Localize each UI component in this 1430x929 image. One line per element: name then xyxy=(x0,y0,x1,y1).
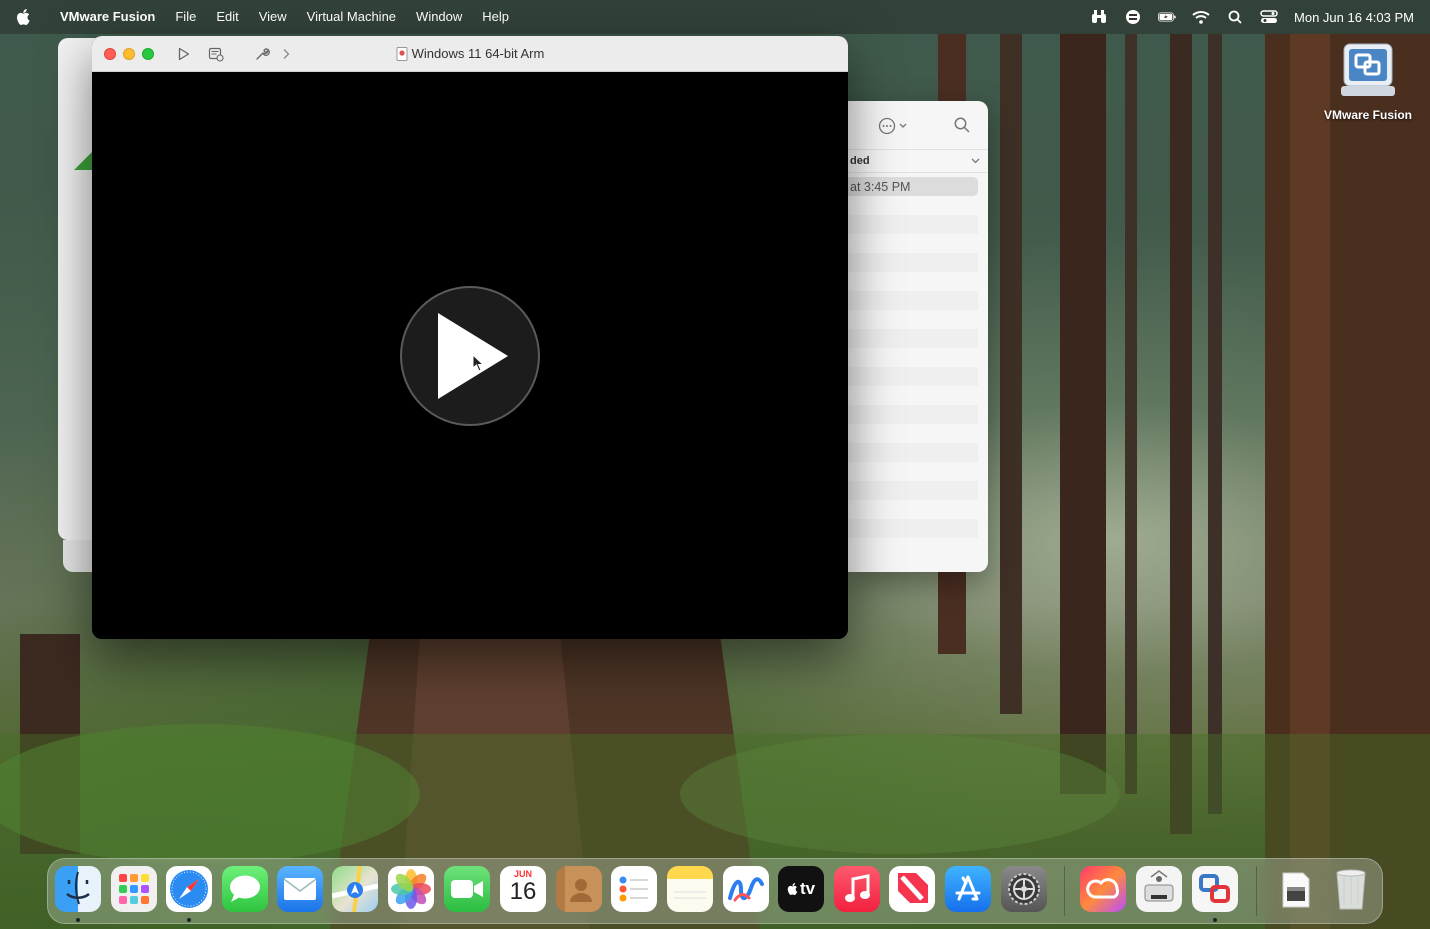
dock-system-settings-icon[interactable] xyxy=(1001,866,1047,912)
dock-reminders-icon[interactable] xyxy=(611,866,657,912)
list-item[interactable] xyxy=(848,481,978,500)
side-window[interactable]: ded at 3:45 PM xyxy=(848,101,988,572)
list-item[interactable] xyxy=(848,310,978,329)
dock-facetime-icon[interactable] xyxy=(444,866,490,912)
side-window-column-header[interactable]: ded xyxy=(848,149,988,173)
dock-apple-tv-icon[interactable]: tv xyxy=(778,866,824,912)
desktop-icon-vmware-fusion[interactable]: VMware Fusion xyxy=(1320,42,1416,122)
dock-music-icon[interactable] xyxy=(834,866,880,912)
dock-vmware-fusion-icon[interactable] xyxy=(1192,866,1238,912)
close-button[interactable] xyxy=(104,47,116,60)
menu-file[interactable]: File xyxy=(165,0,206,34)
dock-downloads-folder-icon[interactable] xyxy=(1272,866,1318,912)
menu-help[interactable]: Help xyxy=(472,0,519,34)
dock-news-icon[interactable] xyxy=(889,866,935,912)
dock-maps-icon[interactable] xyxy=(332,866,378,912)
list-item[interactable] xyxy=(848,234,978,253)
menu-bar: VMware Fusion File Edit View Virtual Mac… xyxy=(0,0,1430,34)
dock-running-indicator xyxy=(1213,918,1217,922)
window-title-text: Windows 11 64-bit Arm xyxy=(411,46,545,61)
list-item[interactable] xyxy=(848,424,978,443)
menu-window[interactable]: Window xyxy=(406,0,472,34)
dock-finder-icon[interactable] xyxy=(55,866,101,912)
list-item[interactable] xyxy=(848,329,978,348)
dock-mail-icon[interactable] xyxy=(277,866,323,912)
dock-photos-icon[interactable] xyxy=(388,866,434,912)
search-icon[interactable] xyxy=(954,117,970,138)
dock-contacts-icon[interactable] xyxy=(556,866,602,912)
start-vm-icon[interactable] xyxy=(174,44,194,64)
vm-titlebar[interactable]: Windows 11 64-bit Arm xyxy=(92,36,848,72)
list-item-date: at 3:45 PM xyxy=(850,179,911,194)
chevron-right-icon[interactable] xyxy=(276,44,296,64)
list-item[interactable] xyxy=(848,215,978,234)
chevron-down-icon[interactable] xyxy=(971,158,980,164)
binoculars-icon[interactable] xyxy=(1090,9,1108,25)
menu-view[interactable]: View xyxy=(249,0,297,34)
zoom-button[interactable] xyxy=(142,47,154,60)
vm-window[interactable]: Windows 11 64-bit Arm xyxy=(92,36,848,639)
menu-app-name[interactable]: VMware Fusion xyxy=(50,0,165,34)
dock-launchpad-icon[interactable] xyxy=(111,866,157,912)
list-item-selected[interactable]: at 3:45 PM xyxy=(848,177,978,196)
dock-separator xyxy=(1064,866,1065,916)
vmware-status-icon[interactable] xyxy=(1124,9,1142,25)
dock-creative-cloud-icon[interactable] xyxy=(1080,866,1126,912)
minimize-button[interactable] xyxy=(123,47,135,60)
snapshot-icon[interactable] xyxy=(206,44,226,64)
dock-trash-icon[interactable] xyxy=(1328,866,1374,912)
menubar-clock[interactable]: Mon Jun 16 4:03 PM xyxy=(1294,10,1414,25)
dock-separator xyxy=(1256,866,1257,916)
play-icon xyxy=(438,313,508,399)
dock-running-indicator xyxy=(187,918,191,922)
vm-display[interactable] xyxy=(92,72,848,639)
settings-wrench-icon[interactable] xyxy=(252,44,272,64)
list-item[interactable] xyxy=(848,462,978,481)
column-header-label: ded xyxy=(850,155,870,167)
battery-icon[interactable] xyxy=(1158,9,1176,25)
menu-edit[interactable]: Edit xyxy=(206,0,248,34)
list-item[interactable] xyxy=(848,538,978,557)
background-window-graphic xyxy=(74,152,92,170)
wifi-icon[interactable] xyxy=(1192,9,1210,25)
list-item[interactable] xyxy=(848,386,978,405)
background-window-footer xyxy=(63,540,93,572)
desktop-icon-label: VMware Fusion xyxy=(1323,108,1412,122)
list-item[interactable] xyxy=(848,500,978,519)
list-item[interactable] xyxy=(848,519,978,538)
spotlight-search-icon[interactable] xyxy=(1226,9,1244,25)
more-options-icon[interactable] xyxy=(878,117,907,135)
dock-running-indicator xyxy=(76,918,80,922)
power-on-play-button[interactable] xyxy=(400,286,540,426)
mouse-cursor-icon xyxy=(472,354,484,372)
apple-tv-label: tv xyxy=(799,879,816,898)
list-item[interactable] xyxy=(848,253,978,272)
list-item[interactable] xyxy=(848,367,978,386)
list-item[interactable] xyxy=(848,348,978,367)
dock-messages-icon[interactable] xyxy=(222,866,268,912)
list-item[interactable] xyxy=(848,196,978,215)
vmware-fusion-icon xyxy=(1341,43,1395,96)
dock-notes-icon[interactable] xyxy=(667,866,713,912)
list-item[interactable] xyxy=(848,443,978,462)
calendar-day: 16 xyxy=(509,878,537,905)
dock-disk-utility-icon[interactable] xyxy=(1136,866,1182,912)
dock-freeform-icon[interactable] xyxy=(723,866,769,912)
control-center-icon[interactable] xyxy=(1260,9,1278,25)
list-item[interactable] xyxy=(848,272,978,291)
dock-app-store-icon[interactable] xyxy=(945,866,991,912)
apple-icon[interactable] xyxy=(16,7,36,27)
vm-document-icon xyxy=(396,47,408,61)
menu-virtual-machine[interactable]: Virtual Machine xyxy=(297,0,406,34)
side-window-toolbar xyxy=(848,101,988,149)
dock-safari-icon[interactable] xyxy=(166,866,212,912)
dock-calendar-icon[interactable]: JUN 16 xyxy=(500,866,546,912)
list-item[interactable] xyxy=(848,405,978,424)
list-item[interactable] xyxy=(848,291,978,310)
